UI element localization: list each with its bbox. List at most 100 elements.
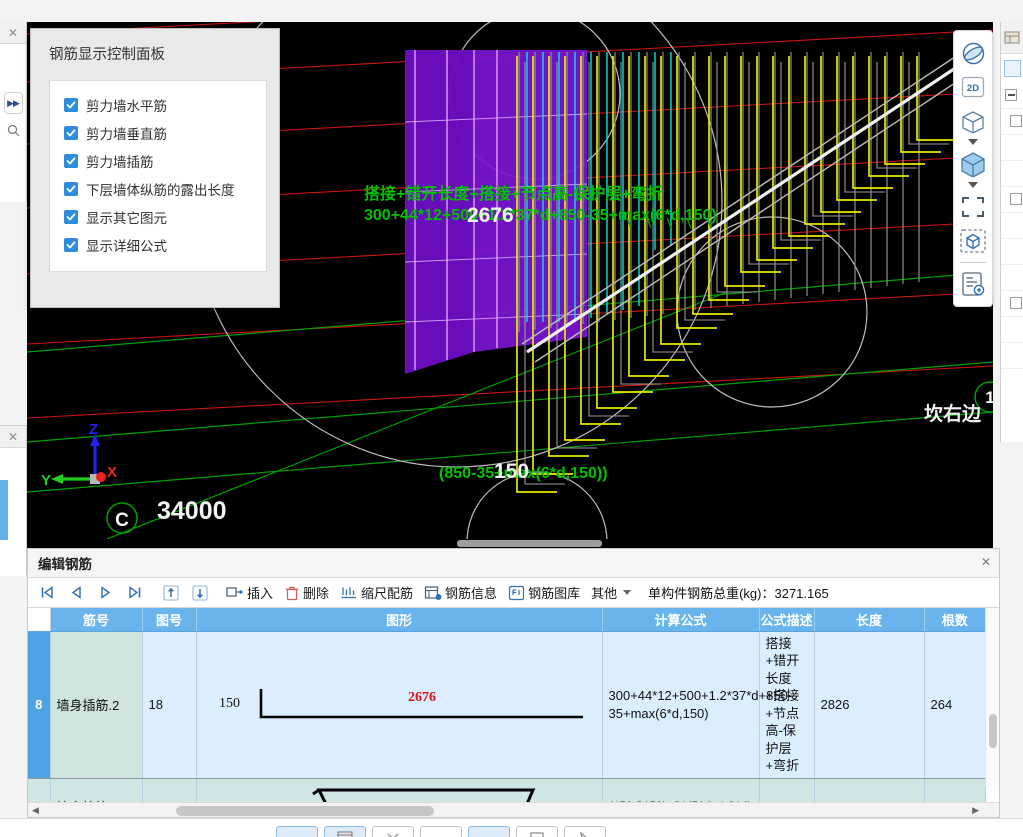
- tree-row[interactable]: [1001, 135, 1023, 161]
- bottom-button-4[interactable]: [420, 826, 462, 837]
- checkbox-checked-icon[interactable]: [64, 182, 78, 196]
- table-row[interactable]: 9 墙身拉筋.1 485 50 (150-2*50)+2*(5*d+1.9*d): [28, 778, 987, 802]
- row-index[interactable]: 8: [28, 631, 51, 779]
- edit-rebar-close-button[interactable]: ✕: [981, 555, 991, 569]
- insert-button[interactable]: 插入: [222, 581, 277, 604]
- cell-shape[interactable]: 50: [196, 778, 603, 802]
- checkbox-label[interactable]: 剪力墙插筋: [86, 151, 154, 171]
- cell-tuhao[interactable]: 485: [142, 778, 197, 802]
- bottom-button-2[interactable]: [324, 826, 366, 837]
- checkbox-checked-icon[interactable]: [64, 98, 78, 112]
- tree-row[interactable]: [1001, 83, 1023, 109]
- cell-length[interactable]: 133: [814, 778, 925, 802]
- scroll-right-arrow[interactable]: ▶: [972, 805, 979, 816]
- checkbox-label[interactable]: 下层墙体纵筋的露出长度: [86, 179, 235, 199]
- col-header-tuxing[interactable]: 图形: [196, 608, 603, 632]
- chevron-down-icon[interactable]: [968, 139, 978, 145]
- rebar-library-button[interactable]: 钢筋图库: [504, 581, 584, 604]
- move-down-button[interactable]: [187, 582, 213, 604]
- rebar-info-button[interactable]: 钢筋信息: [420, 581, 501, 604]
- checkbox-label[interactable]: 显示详细公式: [86, 235, 167, 255]
- tree-row[interactable]: [1001, 291, 1023, 317]
- expand-panel-button[interactable]: ▶▶: [3, 92, 23, 114]
- view-report-icon[interactable]: [957, 268, 989, 300]
- nav-prev-button[interactable]: [63, 583, 89, 602]
- checkbox-row-0[interactable]: 剪力墙水平筋: [50, 91, 266, 119]
- cell-jinhao[interactable]: 墙身插筋.2: [50, 631, 143, 779]
- grid-vertical-scrollbar[interactable]: [985, 608, 999, 787]
- search-button[interactable]: [4, 120, 23, 140]
- tree-node-icon[interactable]: [1010, 193, 1022, 205]
- bottom-button-7[interactable]: [564, 826, 606, 837]
- tree-row[interactable]: [1001, 213, 1023, 239]
- cell-tuhao[interactable]: 18: [142, 631, 197, 779]
- bottom-button-6[interactable]: [516, 826, 558, 837]
- col-header-gongshimiaoshu[interactable]: 公式描述: [759, 608, 815, 632]
- tree-node-icon[interactable]: [1010, 297, 1022, 309]
- collapse-toggle-icon[interactable]: [1005, 89, 1017, 101]
- cube-filled-icon[interactable]: [957, 148, 989, 180]
- viewport-horizontal-scrollbar[interactable]: [27, 539, 993, 548]
- cell-count[interactable]: 687: [924, 778, 987, 802]
- checkbox-row-4[interactable]: 显示其它图元: [50, 203, 266, 231]
- checkbox-row-2[interactable]: 剪力墙插筋: [50, 147, 266, 175]
- selection-frame-icon[interactable]: [957, 191, 989, 223]
- scroll-left-arrow[interactable]: ◀: [32, 805, 39, 816]
- grid-vscroll-thumb[interactable]: [989, 714, 997, 748]
- nav-first-button[interactable]: [34, 583, 60, 602]
- orbit-icon[interactable]: [957, 37, 989, 69]
- other-menu-button[interactable]: 其他: [587, 581, 635, 604]
- table-row[interactable]: 8 墙身插筋.2 18 150 2676 300+44*12+500+1.2*3…: [28, 631, 987, 779]
- tree-row[interactable]: [1001, 187, 1023, 213]
- left-panel-close-button[interactable]: ✕: [0, 22, 26, 44]
- tree-row[interactable]: [1001, 343, 1023, 369]
- checkbox-row-3[interactable]: 下层墙体纵筋的露出长度: [50, 175, 266, 203]
- cell-desc[interactable]: [759, 778, 815, 802]
- checkbox-label[interactable]: 剪力墙垂直筋: [86, 123, 167, 143]
- right-panel-tab[interactable]: [1004, 60, 1021, 77]
- grid-hscroll-thumb[interactable]: [176, 806, 434, 816]
- scale-rebar-button[interactable]: 缩尺配筋: [336, 581, 417, 604]
- col-header-changdu[interactable]: 长度: [814, 608, 925, 632]
- tree-row[interactable]: [1001, 265, 1023, 291]
- move-up-button[interactable]: [158, 582, 184, 604]
- col-header-jisuangongshi[interactable]: 计算公式: [602, 608, 760, 632]
- cube-outline-icon[interactable]: [957, 105, 989, 137]
- checkbox-label[interactable]: 显示其它图元: [86, 207, 167, 227]
- checkbox-checked-icon[interactable]: [64, 210, 78, 224]
- tree-row[interactable]: [1001, 239, 1023, 265]
- cell-length[interactable]: 2826: [814, 631, 925, 779]
- delete-button[interactable]: 删除: [280, 581, 333, 604]
- col-header-genshu[interactable]: 根数: [924, 608, 987, 632]
- checkbox-checked-icon[interactable]: [64, 154, 78, 168]
- grid-horizontal-scrollbar[interactable]: ◀ ▶: [28, 802, 999, 817]
- chevron-down-icon-2[interactable]: [968, 182, 978, 188]
- left-panel-bottom-close-button[interactable]: ✕: [0, 426, 26, 448]
- cell-formula[interactable]: (150-2*50)+2*(5*d+1.9*d): [602, 778, 760, 802]
- checkbox-label[interactable]: 剪力墙水平筋: [86, 95, 167, 115]
- checkbox-checked-icon[interactable]: [64, 126, 78, 140]
- active-tab-indicator[interactable]: [0, 480, 8, 540]
- viewport-scrollbar-thumb[interactable]: [457, 540, 602, 547]
- checkbox-row-5[interactable]: 显示详细公式: [50, 231, 266, 259]
- cell-shape[interactable]: 150 2676: [196, 631, 603, 779]
- nav-last-button[interactable]: [121, 583, 147, 602]
- tree-row[interactable]: [1001, 161, 1023, 187]
- tree-row[interactable]: [1001, 317, 1023, 343]
- tree-row[interactable]: [1001, 109, 1023, 135]
- cell-formula[interactable]: 300+44*12+500+1.2*37*d+850-35+max(6*d,15…: [602, 631, 792, 779]
- bottom-button-3[interactable]: [372, 826, 414, 837]
- checkbox-checked-icon[interactable]: [64, 238, 78, 252]
- cell-count[interactable]: 264: [924, 631, 987, 779]
- checkbox-row-1[interactable]: 剪力墙垂直筋: [50, 119, 266, 147]
- 2d-view-icon[interactable]: 2D: [957, 71, 989, 103]
- nav-next-button[interactable]: [92, 583, 118, 602]
- cell-desc[interactable]: 搭接+错开长度+搭接+节点高-保护层+弯折: [759, 631, 815, 779]
- row-index[interactable]: 9: [28, 778, 51, 802]
- cell-jinhao[interactable]: 墙身拉筋.1: [50, 778, 143, 802]
- bottom-button-5[interactable]: [468, 826, 510, 837]
- col-header-jinhao[interactable]: 筋号: [50, 608, 143, 632]
- box-select-icon[interactable]: [957, 225, 989, 257]
- bottom-button-1[interactable]: [276, 826, 318, 837]
- tree-node-icon[interactable]: [1010, 115, 1022, 127]
